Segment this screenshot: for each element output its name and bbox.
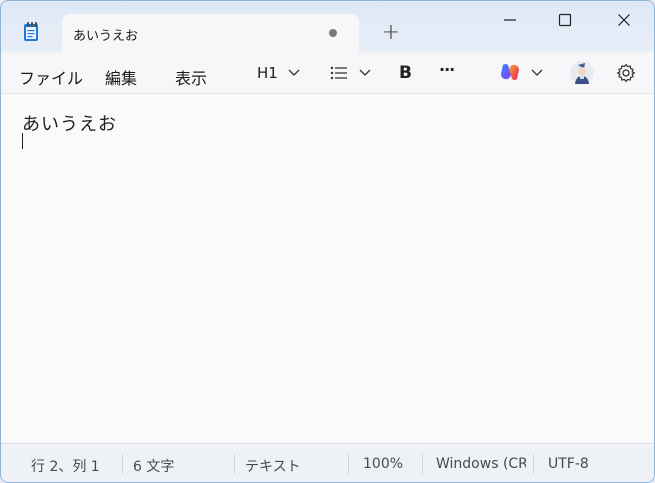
heading-label: H1 <box>257 64 278 82</box>
minimize-button[interactable] <box>487 5 533 35</box>
tab-title: あいうえお <box>73 29 139 44</box>
bulleted-list-icon[interactable] <box>330 66 348 80</box>
text-caret <box>22 133 23 149</box>
status-separator <box>122 454 123 474</box>
menu-view[interactable]: 表示 <box>175 65 207 89</box>
status-bar: 行 2、列 1 6 文字 テキスト 100% Windows (CR UTF-8 <box>1 443 654 482</box>
title-bar: あいうえお + <box>1 1 654 53</box>
copilot-icon[interactable] <box>499 62 521 82</box>
line-ending[interactable]: Windows (CR <box>436 456 526 472</box>
status-separator <box>234 454 235 474</box>
editor-content[interactable]: あいうえお <box>22 110 117 136</box>
chevron-down-icon[interactable] <box>359 68 371 78</box>
menu-file[interactable]: ファイル <box>19 65 83 89</box>
user-avatar-icon[interactable] <box>569 60 595 86</box>
maximize-button[interactable] <box>542 5 588 35</box>
status-separator <box>348 454 349 474</box>
heading-dropdown[interactable]: H1 <box>257 64 278 88</box>
menu-toolbar: ファイル 編集 表示 H1 B ··· <box>1 53 654 94</box>
notepad-window: あいうえお + ファイル 編集 表示 H1 B ··· あいうえお 行 2、列 … <box>0 0 655 483</box>
chevron-down-icon[interactable] <box>288 68 300 78</box>
close-button[interactable] <box>601 5 647 35</box>
status-separator <box>533 454 534 474</box>
new-tab-button[interactable]: + <box>378 21 404 47</box>
zoom-level[interactable]: 100% <box>363 456 403 472</box>
close-icon <box>618 14 630 26</box>
cursor-position[interactable]: 行 2、列 1 <box>31 456 100 476</box>
more-options-button[interactable]: ··· <box>439 60 455 84</box>
gear-icon[interactable] <box>616 63 636 83</box>
encoding[interactable]: UTF-8 <box>548 456 589 472</box>
text-editor[interactable]: あいうえお <box>1 94 654 442</box>
status-separator <box>422 454 423 474</box>
unsaved-dot-icon[interactable] <box>329 29 337 37</box>
maximize-icon <box>558 13 572 27</box>
bold-button[interactable]: B <box>399 63 412 87</box>
tab-document[interactable]: あいうえお <box>62 14 359 53</box>
file-format[interactable]: テキスト <box>245 456 301 476</box>
character-count: 6 文字 <box>133 459 175 475</box>
minimize-icon <box>504 19 516 21</box>
chevron-down-icon[interactable] <box>531 68 543 78</box>
menu-edit[interactable]: 編集 <box>105 65 137 89</box>
notepad-icon <box>19 20 43 44</box>
